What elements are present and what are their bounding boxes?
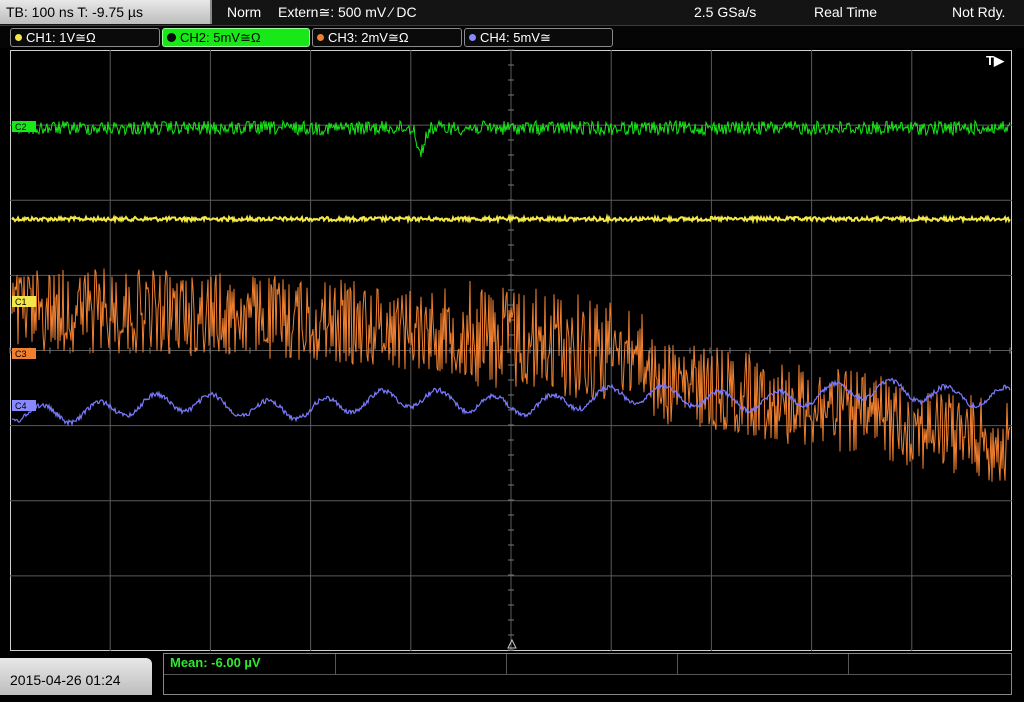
trigger-offscreen-icon: T▶	[986, 53, 1004, 68]
meas-cell-2[interactable]	[335, 654, 507, 674]
ch3-level-marker[interactable]: C3	[12, 348, 36, 359]
date-time: 2015-04-26 01:24	[0, 658, 152, 695]
measurement-panel[interactable]: Mean: -6.00 µV	[163, 653, 1012, 695]
graticule	[9, 49, 1012, 651]
ch1-level-marker[interactable]: C1	[12, 296, 36, 307]
ch4-level-marker[interactable]: C4	[12, 400, 36, 411]
trigger-position-icon	[507, 638, 517, 649]
ch1-trace	[11, 213, 1011, 225]
meas-divider	[164, 674, 1011, 675]
ch2-level-marker[interactable]: C2	[12, 121, 36, 132]
meas-cell-4[interactable]	[677, 654, 849, 674]
waveform-canvas	[9, 49, 1012, 651]
mean-measurement: Mean: -6.00 µV	[170, 655, 261, 670]
meas-cell-3[interactable]	[506, 654, 678, 674]
